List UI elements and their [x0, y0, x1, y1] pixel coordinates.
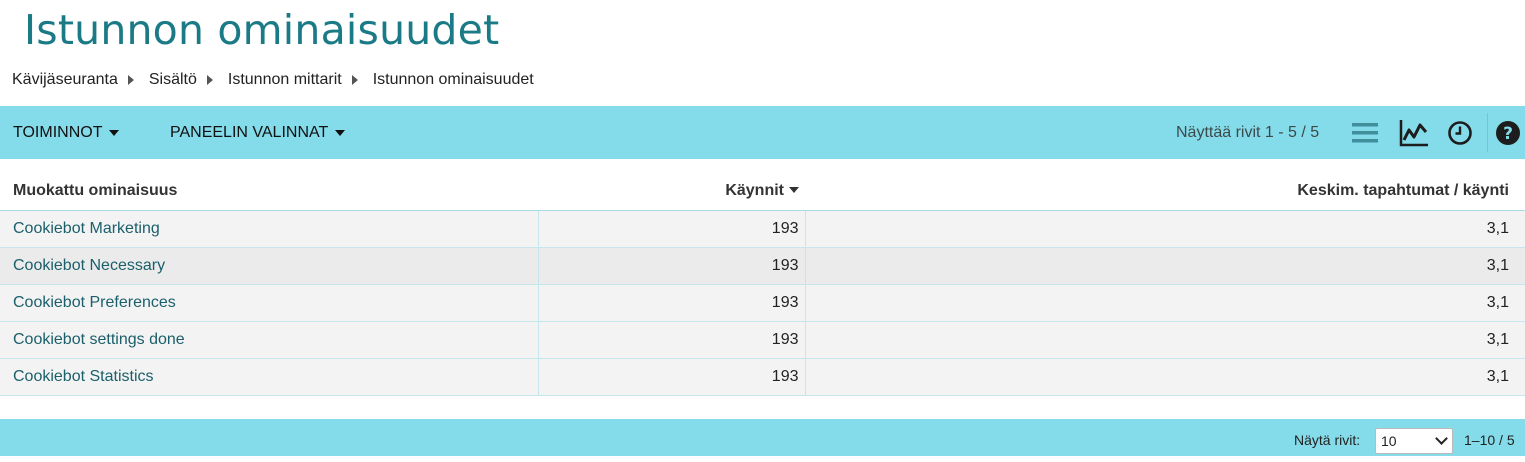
row-visits: 193 [538, 321, 806, 359]
table-row[interactable]: Cookiebot Statistics 193 3,1 [0, 358, 1525, 396]
breadcrumb-current: Istunnon ominaisuudet [372, 71, 534, 88]
rows-per-page-select[interactable]: 10 [1375, 428, 1453, 454]
row-label[interactable]: Cookiebot Necessary [0, 247, 539, 285]
sort-desc-icon [789, 187, 799, 194]
svg-text:?: ? [1503, 124, 1513, 144]
row-avg-actions: 3,1 [805, 247, 1525, 285]
row-label[interactable]: Cookiebot Preferences [0, 284, 539, 322]
rows-info: Näyttää rivit 1 - 5 / 5 [1176, 124, 1320, 141]
row-label[interactable]: Cookiebot Marketing [0, 210, 539, 248]
row-visits: 193 [538, 210, 806, 248]
toolbar-divider [1487, 113, 1488, 152]
breadcrumb-item[interactable]: Sisältö [149, 71, 197, 89]
row-label[interactable]: Cookiebot Statistics [0, 358, 539, 396]
breadcrumb-separator-icon [206, 75, 213, 85]
table-row[interactable]: Cookiebot settings done 193 3,1 [0, 321, 1525, 359]
caret-down-icon [109, 129, 120, 136]
toolbar: TOIMINNOT PANEELIN VALINNAT Näyttää rivi… [0, 106, 1525, 159]
panel-options-label: PANEELIN VALINNAT [170, 123, 329, 141]
table-row[interactable]: Cookiebot Marketing 193 3,1 [0, 210, 1525, 248]
actions-menu-button[interactable]: TOIMINNOT [13, 106, 120, 159]
caret-down-icon [335, 129, 346, 136]
report-table: Muokattu ominaisuus Käynnit Keskim. tapa… [0, 171, 1525, 396]
help-icon[interactable]: ? [1495, 120, 1521, 151]
table-row[interactable]: Cookiebot Necessary 193 3,1 [0, 247, 1525, 285]
breadcrumb-item[interactable]: Kävijäseuranta [12, 71, 118, 89]
table-row[interactable]: Cookiebot Preferences 193 3,1 [0, 284, 1525, 322]
rows-per-page-value: 10 [1381, 433, 1397, 449]
row-avg-actions: 3,1 [805, 358, 1525, 396]
column-header-avg-actions[interactable]: Keskim. tapahtumat / käynti [805, 171, 1525, 211]
breadcrumb: Kävijäseuranta Sisältö Istunnon mittarit… [12, 70, 534, 90]
row-visits: 193 [538, 284, 806, 322]
line-chart-icon[interactable] [1399, 119, 1429, 152]
clock-icon[interactable] [1447, 120, 1473, 151]
row-visits: 193 [538, 247, 806, 285]
column-header-visits[interactable]: Käynnit [538, 171, 805, 211]
breadcrumb-item[interactable]: Istunnon mittarit [228, 71, 342, 89]
chevron-down-icon [1435, 432, 1448, 445]
table-footer: Näytä rivit: 10 1–10 / 5 [0, 419, 1525, 456]
actions-menu-label: TOIMINNOT [13, 123, 103, 141]
breadcrumb-separator-icon [351, 75, 358, 85]
breadcrumb-separator-icon [127, 75, 134, 85]
row-avg-actions: 3,1 [805, 284, 1525, 322]
page-title: Istunnon ominaisuudet [24, 6, 500, 54]
column-header-property[interactable]: Muokattu ominaisuus [0, 171, 538, 211]
panel-options-menu-button[interactable]: PANEELIN VALINNAT [170, 106, 346, 159]
table-view-icon[interactable] [1352, 122, 1378, 149]
row-avg-actions: 3,1 [805, 210, 1525, 248]
row-visits: 193 [538, 358, 806, 396]
row-avg-actions: 3,1 [805, 321, 1525, 359]
row-label[interactable]: Cookiebot settings done [0, 321, 539, 359]
